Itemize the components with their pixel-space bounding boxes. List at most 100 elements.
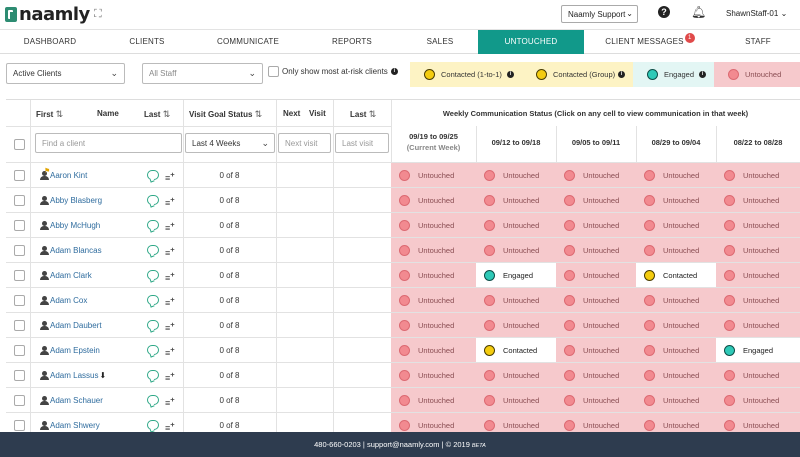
info-icon[interactable]: i <box>390 68 398 75</box>
week-status-cell[interactable]: Untouched <box>636 388 716 413</box>
week-status-cell[interactable]: Untouched <box>716 413 800 432</box>
nav-communicate[interactable]: COMMUNICATE <box>194 30 302 54</box>
week-status-cell[interactable]: Untouched <box>636 188 716 213</box>
week-status-cell[interactable]: Untouched <box>476 413 556 432</box>
week-header-3[interactable]: 08/29 to 09/04 <box>636 137 716 148</box>
message-icon[interactable] <box>147 420 159 430</box>
message-icon[interactable] <box>147 195 159 205</box>
week-status-cell[interactable]: Untouched <box>391 238 476 263</box>
week-status-cell[interactable]: Untouched <box>391 413 476 432</box>
week-status-cell[interactable]: Untouched <box>716 263 800 288</box>
week-status-cell[interactable]: Untouched <box>476 188 556 213</box>
client-search-input[interactable]: Find a client <box>35 133 182 153</box>
row-checkbox[interactable] <box>14 195 25 206</box>
client-name-link[interactable]: Adam Shwery <box>50 421 100 430</box>
week-status-cell[interactable]: Untouched <box>556 238 636 263</box>
last-visit-input[interactable]: Last visit <box>335 133 389 153</box>
week-status-cell[interactable]: Untouched <box>636 288 716 313</box>
add-to-list-icon[interactable]: ≡+ <box>165 270 175 283</box>
week-header-4[interactable]: 08/22 to 08/28 <box>716 137 800 148</box>
week-status-cell[interactable]: Untouched <box>476 363 556 388</box>
week-status-cell[interactable]: Untouched <box>556 188 636 213</box>
client-name-link[interactable]: Adam Daubert <box>50 321 102 330</box>
add-to-list-icon[interactable]: ≡+ <box>165 345 175 358</box>
message-icon[interactable] <box>147 295 159 305</box>
week-status-cell[interactable]: Untouched <box>716 163 800 188</box>
row-checkbox[interactable] <box>14 420 25 431</box>
row-checkbox[interactable] <box>14 220 25 231</box>
add-to-list-icon[interactable]: ≡+ <box>165 320 175 333</box>
download-icon[interactable]: ⬇ <box>99 371 106 380</box>
client-name-link[interactable]: Abby Blasberg <box>50 196 102 205</box>
add-to-list-icon[interactable]: ≡+ <box>165 420 175 432</box>
add-to-list-icon[interactable]: ≡+ <box>165 245 175 258</box>
visit-goal-sort[interactable]: Visit Goal Status ⇅ <box>189 109 262 120</box>
week-status-cell[interactable]: Contacted <box>476 338 556 363</box>
week-status-cell[interactable]: Untouched <box>391 338 476 363</box>
goal-period-select[interactable]: Last 4 Weeks ⌄ <box>185 133 275 153</box>
client-name-link[interactable]: Aaron Kint <box>50 171 87 180</box>
client-name-link[interactable]: Adam Cox <box>50 296 87 305</box>
message-icon[interactable] <box>147 395 159 405</box>
add-to-list-icon[interactable]: ≡+ <box>165 170 175 183</box>
info-icon[interactable]: i <box>507 71 514 78</box>
week-status-cell[interactable]: Untouched <box>476 213 556 238</box>
nav-sales[interactable]: SALES <box>402 30 478 54</box>
row-checkbox[interactable] <box>14 295 25 306</box>
client-status-select[interactable]: Active Clients ⌄ <box>6 63 125 84</box>
nav-staff[interactable]: STAFF <box>716 30 800 54</box>
client-name-link[interactable]: Adam Schauer <box>50 396 103 405</box>
week-status-cell[interactable]: Untouched <box>636 313 716 338</box>
week-status-cell[interactable]: Untouched <box>556 413 636 432</box>
expand-icon[interactable]: ⛶ <box>94 8 102 21</box>
nav-untouched[interactable]: UNTOUCHED <box>478 30 584 54</box>
next-visit-header[interactable]: Next <box>283 109 300 118</box>
week-status-cell[interactable]: Untouched <box>716 188 800 213</box>
week-status-cell[interactable]: Untouched <box>556 338 636 363</box>
week-status-cell[interactable]: Engaged <box>476 263 556 288</box>
staff-select[interactable]: All Staff ⌄ <box>142 63 263 84</box>
week-status-cell[interactable]: Untouched <box>636 338 716 363</box>
row-checkbox[interactable] <box>14 245 25 256</box>
message-icon[interactable] <box>147 170 159 180</box>
week-status-cell[interactable]: Untouched <box>556 213 636 238</box>
week-status-cell[interactable]: Untouched <box>636 238 716 263</box>
last-name-sort[interactable]: Last ⇅ <box>144 109 170 120</box>
week-header-2[interactable]: 09/05 to 09/11 <box>556 137 636 148</box>
week-status-cell[interactable]: Untouched <box>716 213 800 238</box>
week-status-cell[interactable]: Untouched <box>476 313 556 338</box>
week-status-cell[interactable]: Untouched <box>636 213 716 238</box>
client-name-link[interactable]: Adam Blancas <box>50 246 102 255</box>
week-status-cell[interactable]: Untouched <box>476 388 556 413</box>
info-icon[interactable]: i <box>618 71 625 78</box>
add-to-list-icon[interactable]: ≡+ <box>165 370 175 383</box>
message-icon[interactable] <box>147 370 159 380</box>
info-icon[interactable]: i <box>699 71 706 78</box>
week-status-cell[interactable]: Untouched <box>391 188 476 213</box>
week-status-cell[interactable]: Engaged <box>716 338 800 363</box>
next-visit-input[interactable]: Next visit <box>278 133 331 153</box>
week-status-cell[interactable]: Untouched <box>391 213 476 238</box>
week-status-cell[interactable]: Untouched <box>391 388 476 413</box>
nav-reports[interactable]: REPORTS <box>302 30 402 54</box>
message-icon[interactable] <box>147 220 159 230</box>
week-status-cell[interactable]: Untouched <box>476 163 556 188</box>
week-status-cell[interactable]: Untouched <box>716 288 800 313</box>
message-icon[interactable] <box>147 320 159 330</box>
row-checkbox[interactable] <box>14 395 25 406</box>
week-status-cell[interactable]: Untouched <box>556 163 636 188</box>
week-status-cell[interactable]: Untouched <box>716 363 800 388</box>
week-status-cell[interactable]: Contacted <box>636 263 716 288</box>
row-checkbox[interactable] <box>14 270 25 281</box>
message-icon[interactable] <box>147 245 159 255</box>
week-status-cell[interactable]: Untouched <box>476 288 556 313</box>
week-status-cell[interactable]: Untouched <box>556 388 636 413</box>
week-status-cell[interactable]: Untouched <box>391 313 476 338</box>
week-status-cell[interactable]: Untouched <box>556 313 636 338</box>
client-name-link[interactable]: Adam Epstein <box>50 346 100 355</box>
add-to-list-icon[interactable]: ≡+ <box>165 295 175 308</box>
nav-dashboard[interactable]: DASHBOARD <box>0 30 100 54</box>
first-name-sort[interactable]: First ⇅ <box>36 109 63 120</box>
week-status-cell[interactable]: Untouched <box>556 263 636 288</box>
week-status-cell[interactable]: Untouched <box>636 363 716 388</box>
